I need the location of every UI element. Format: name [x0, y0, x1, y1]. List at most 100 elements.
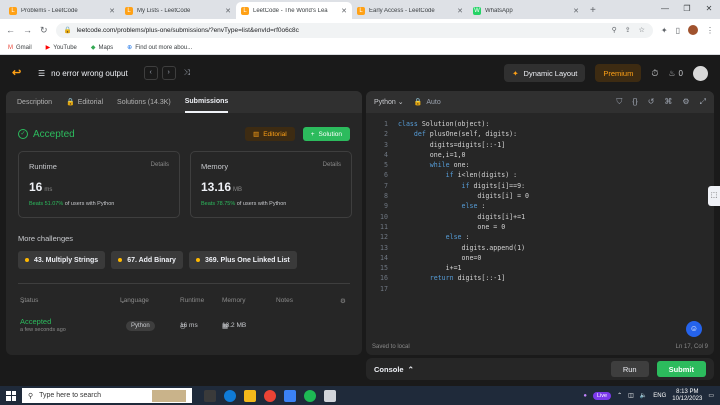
- solution-button[interactable]: + Solution: [302, 127, 350, 141]
- tab-close-icon[interactable]: ✕: [341, 7, 347, 15]
- edge-icon[interactable]: [224, 389, 236, 402]
- browser-tab[interactable]: W WhatsApp ✕: [468, 2, 584, 19]
- clock[interactable]: 8:13 PM 10/12/2023: [672, 389, 702, 403]
- code-text: if i<len(digits) :: [445, 171, 518, 180]
- dynamic-layout-button[interactable]: ✦ Dynamic Layout: [504, 64, 586, 82]
- bookmark-find-out-more[interactable]: ⊕ Find out more abou...: [127, 44, 192, 52]
- extensions: ✦ ▯ ⋮: [661, 25, 714, 35]
- browser-tab[interactable]: L Early Access - LeetCode ✕: [352, 2, 468, 19]
- runtime-card[interactable]: Runtime Details 16 ms Beats 51.07% of user…: [18, 151, 180, 218]
- task-view-icon[interactable]: [204, 389, 216, 402]
- problem-list-title[interactable]: ☰ no error wrong output: [38, 69, 128, 78]
- status-header[interactable]: Status ⌄: [20, 297, 38, 305]
- sidepanel-icon[interactable]: ▯: [676, 26, 680, 35]
- table-row[interactable]: Accepted a few seconds ago Python ◷ 16 m…: [20, 317, 350, 339]
- language-select[interactable]: Python ⌄: [374, 98, 404, 106]
- bookmark-youtube[interactable]: ▶ YouTube: [46, 44, 77, 52]
- podcast-icon[interactable]: ●: [583, 393, 587, 399]
- shortcuts-icon[interactable]: ⌘: [664, 97, 672, 107]
- back-icon[interactable]: ←: [6, 25, 15, 35]
- tab-close-icon[interactable]: ✕: [457, 7, 463, 15]
- chat-icon[interactable]: ☺: [686, 321, 702, 337]
- runtime-details-link[interactable]: Details: [151, 162, 169, 171]
- bookmark-star-icon[interactable]: ☆: [639, 26, 645, 34]
- fullscreen-icon[interactable]: ⤢: [700, 97, 706, 107]
- windows-start-icon[interactable]: [6, 390, 16, 401]
- browser-tab[interactable]: L My Lists - LeetCode ✕: [120, 2, 236, 19]
- reset-icon[interactable]: ↺: [648, 97, 655, 107]
- speaker-icon[interactable]: 🔈: [640, 392, 647, 399]
- app-icon[interactable]: [324, 389, 336, 402]
- share-icon[interactable]: ⇪: [625, 26, 631, 34]
- tab-description[interactable]: Description: [14, 91, 52, 113]
- submit-button[interactable]: Submit: [656, 361, 706, 377]
- url-field[interactable]: 🔒 leetcode.com/problems/plus-one/submiss…: [55, 22, 653, 38]
- code-area[interactable]: 1 class Solution(object): 2 def plusOne(se…: [366, 119, 714, 294]
- leetcode-logo-icon[interactable]: ↩: [12, 67, 24, 79]
- maximize-icon[interactable]: ❐: [676, 4, 698, 13]
- line-number: 3: [384, 140, 388, 149]
- notifications-icon[interactable]: ▭: [708, 392, 714, 399]
- spotify-icon[interactable]: [304, 389, 316, 402]
- prev-problem-button[interactable]: ‹: [143, 66, 158, 80]
- left-tabs: Description 🔒 Editorial Solutions (14.3K)…: [6, 91, 362, 113]
- row-status[interactable]: Accepted: [20, 317, 51, 326]
- console-toggle[interactable]: Console ⌃: [374, 365, 414, 374]
- challenge-chip[interactable]: 43. Multiply Strings: [18, 251, 106, 269]
- tab-solutions[interactable]: Solutions (14.3K): [117, 91, 171, 113]
- medium-dot-icon: [195, 258, 200, 262]
- memory-card[interactable]: Memory Details 13.16 MB Beats 78.75% of us…: [190, 151, 352, 218]
- forward-icon[interactable]: →: [23, 25, 32, 35]
- auto-mode[interactable]: 🔒 Auto: [414, 98, 441, 107]
- chevron-up-icon[interactable]: ⌃: [617, 392, 622, 399]
- shuffle-icon[interactable]: ⤨: [184, 68, 190, 78]
- challenge-chip[interactable]: 67. Add Binary: [111, 251, 183, 269]
- input-language[interactable]: ENG: [653, 393, 666, 399]
- code-line: 11 one = 0: [366, 222, 714, 232]
- browser-tab[interactable]: L LeetCode - The World's Lea ✕: [236, 2, 352, 19]
- memory-details-link[interactable]: Details: [323, 162, 341, 171]
- file-explorer-icon[interactable]: [244, 389, 256, 402]
- tab-close-icon[interactable]: ✕: [109, 7, 115, 15]
- store-icon[interactable]: [284, 389, 296, 402]
- minimize-icon[interactable]: —: [654, 4, 676, 13]
- profile-avatar[interactable]: [688, 25, 698, 35]
- line-number: 8: [384, 192, 388, 201]
- row-language: Python: [126, 321, 155, 331]
- chrome-icon[interactable]: [264, 389, 276, 402]
- premium-button[interactable]: Premium: [595, 64, 642, 82]
- tab-close-icon[interactable]: ✕: [225, 7, 231, 15]
- bookmark-maps[interactable]: ◆ Maps: [91, 44, 113, 52]
- settings-icon[interactable]: ⚙: [340, 297, 346, 305]
- taskbar-search[interactable]: ⚲ Type here to search: [22, 388, 192, 403]
- user-avatar[interactable]: [693, 65, 708, 81]
- bookmark-icon[interactable]: ⛉: [616, 97, 622, 107]
- challenge-chip[interactable]: 369. Plus One Linked List: [188, 251, 297, 269]
- timer-icon[interactable]: ⏱: [651, 68, 658, 79]
- new-tab-button[interactable]: +: [584, 5, 602, 19]
- tab-editorial[interactable]: 🔒 Editorial: [66, 91, 103, 113]
- language-header[interactable]: Language ⌄: [120, 297, 149, 305]
- extensions-icon[interactable]: ✦: [661, 26, 668, 35]
- menu-icon[interactable]: ⋮: [706, 26, 714, 35]
- next-problem-button[interactable]: ›: [161, 66, 176, 80]
- globe-icon: ⊕: [127, 45, 133, 51]
- tab-label: WhatsApp: [485, 7, 513, 14]
- settings-icon[interactable]: ⚙: [682, 97, 689, 107]
- bookmark-gmail[interactable]: M Gmail: [8, 45, 32, 51]
- tab-favicon-icon: L: [357, 6, 365, 15]
- lock-icon: 🔒: [66, 99, 75, 106]
- run-button[interactable]: Run: [610, 361, 649, 377]
- network-icon[interactable]: ◫: [628, 392, 634, 399]
- close-window-icon[interactable]: ✕: [698, 4, 720, 13]
- live-badge[interactable]: Live: [593, 391, 612, 400]
- streak-counter[interactable]: ♨ 0: [668, 69, 683, 78]
- tab-submissions[interactable]: Submissions: [184, 91, 229, 113]
- tab-close-icon[interactable]: ✕: [573, 7, 579, 15]
- braces-icon[interactable]: {}: [632, 97, 637, 107]
- side-feedback-tab[interactable]: ⬚: [708, 186, 720, 206]
- editorial-button[interactable]: ▥ Editorial: [245, 127, 295, 141]
- reload-icon[interactable]: ↻: [40, 25, 48, 36]
- browser-tab[interactable]: L Problems - LeetCode ✕: [4, 2, 120, 19]
- zoom-icon[interactable]: ⚲: [612, 26, 617, 34]
